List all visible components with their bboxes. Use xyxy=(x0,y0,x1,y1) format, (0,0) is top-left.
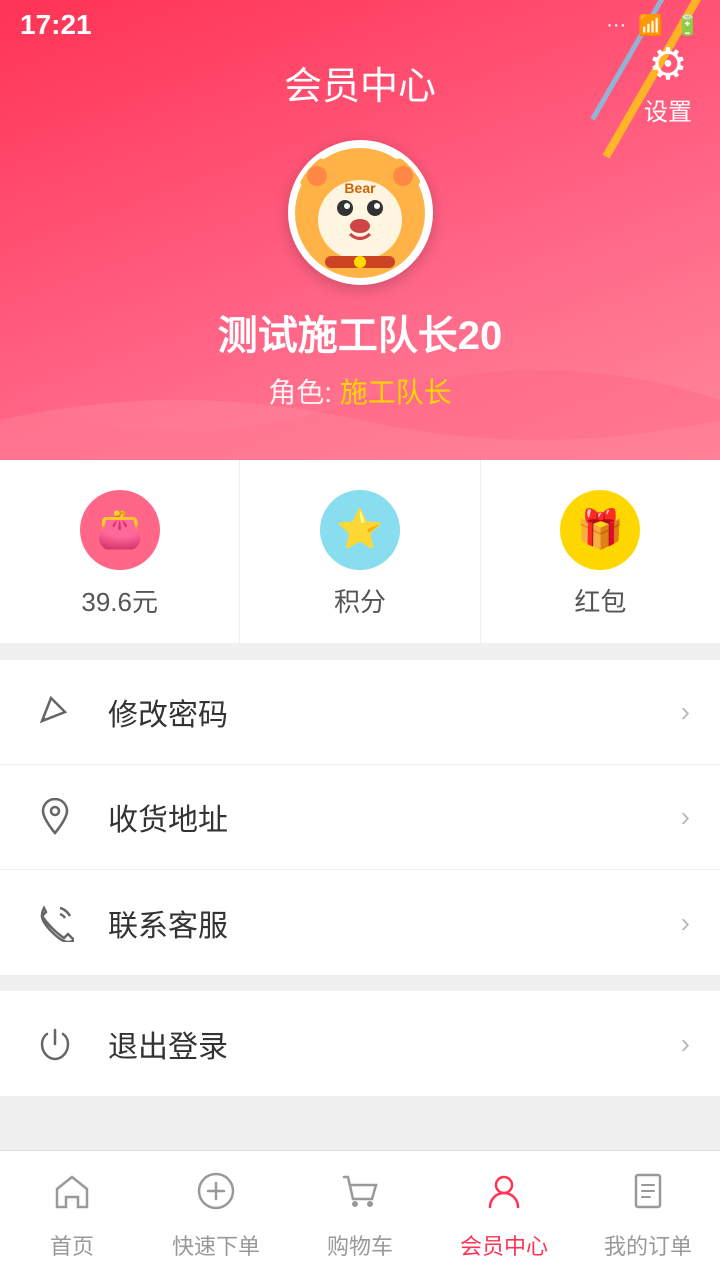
nav-item-my-orders[interactable]: 我的订单 xyxy=(576,1151,720,1280)
nav-item-member-center[interactable]: 会员中心 xyxy=(432,1151,576,1280)
redpack-label: 红包 xyxy=(574,582,626,619)
quick-order-icon xyxy=(196,1171,236,1221)
page-title: 会员中心 xyxy=(284,55,436,110)
chevron-right-icon: › xyxy=(681,696,690,728)
logout-label: 退出登录 xyxy=(108,1022,681,1066)
svg-text:Bear: Bear xyxy=(344,180,376,196)
role-row: 角色: 施工队长 xyxy=(268,371,452,411)
chevron-right-icon: › xyxy=(681,801,690,833)
location-icon xyxy=(30,792,80,842)
quick-actions: 👛 39.6元 ⭐ 积分 🎁 红包 xyxy=(0,460,720,644)
star-icon: ⭐ xyxy=(336,508,383,552)
menu-list: 修改密码 › 收货地址 › 联系客服 › xyxy=(0,660,720,975)
bottom-nav: 首页 快速下单 购物车 会员中心 xyxy=(0,1150,720,1280)
signal-icon: ··· xyxy=(606,14,626,37)
home-label: 首页 xyxy=(50,1229,94,1261)
orders-icon xyxy=(628,1171,668,1221)
username: 测试施工队长20 xyxy=(218,303,503,361)
points-action[interactable]: ⭐ 积分 xyxy=(240,460,480,643)
nav-item-quick-order[interactable]: 快速下单 xyxy=(144,1151,288,1280)
phone-icon xyxy=(30,898,80,948)
status-bar: 17:21 ··· 📶 🔋 xyxy=(0,0,720,50)
nav-item-cart[interactable]: 购物车 xyxy=(288,1151,432,1280)
gift-icon: 🎁 xyxy=(577,508,624,552)
status-time: 17:21 xyxy=(20,9,92,41)
wallet-icon: 👛 xyxy=(96,508,143,552)
chevron-right-icon: › xyxy=(681,907,690,939)
wallet-icon-circle: 👛 xyxy=(80,490,160,570)
change-password-label: 修改密码 xyxy=(108,690,681,734)
quick-order-label: 快速下单 xyxy=(172,1229,260,1261)
menu-item-shipping-address[interactable]: 收货地址 › xyxy=(0,765,720,870)
power-icon xyxy=(30,1019,80,1069)
role-value: 施工队长 xyxy=(340,377,452,408)
wallet-value: 39.6元 xyxy=(81,582,158,619)
menu-item-customer-service[interactable]: 联系客服 › xyxy=(0,870,720,975)
logout-section: 退出登录 › xyxy=(0,991,720,1096)
nav-item-home[interactable]: 首页 xyxy=(0,1151,144,1280)
cart-icon xyxy=(340,1171,380,1221)
settings-label: 设置 xyxy=(644,92,692,127)
points-label: 积分 xyxy=(334,582,386,619)
redpack-action[interactable]: 🎁 红包 xyxy=(481,460,720,643)
role-label: 角色: xyxy=(268,377,332,408)
header-area: 会员中心 ⚙ 设置 xyxy=(0,0,720,460)
wallet-action[interactable]: 👛 39.6元 xyxy=(0,460,240,643)
member-center-label: 会员中心 xyxy=(460,1229,548,1261)
star-icon-circle: ⭐ xyxy=(320,490,400,570)
customer-service-label: 联系客服 xyxy=(108,901,681,945)
member-center-icon xyxy=(484,1171,524,1221)
chevron-right-icon: › xyxy=(681,1028,690,1060)
gift-icon-circle: 🎁 xyxy=(560,490,640,570)
home-icon xyxy=(52,1171,92,1221)
shipping-address-label: 收货地址 xyxy=(108,795,681,839)
battery-icon: 🔋 xyxy=(675,13,700,38)
my-orders-label: 我的订单 xyxy=(604,1229,692,1261)
edit-icon xyxy=(30,687,80,737)
cart-label: 购物车 xyxy=(327,1229,393,1261)
status-icons: ··· 📶 🔋 xyxy=(606,13,700,38)
menu-item-change-password[interactable]: 修改密码 › xyxy=(0,660,720,765)
wifi-icon: 📶 xyxy=(638,13,663,38)
menu-item-logout[interactable]: 退出登录 › xyxy=(0,991,720,1096)
avatar: Bear xyxy=(288,140,433,285)
settings-button[interactable]: ⚙ 设置 xyxy=(644,39,692,127)
